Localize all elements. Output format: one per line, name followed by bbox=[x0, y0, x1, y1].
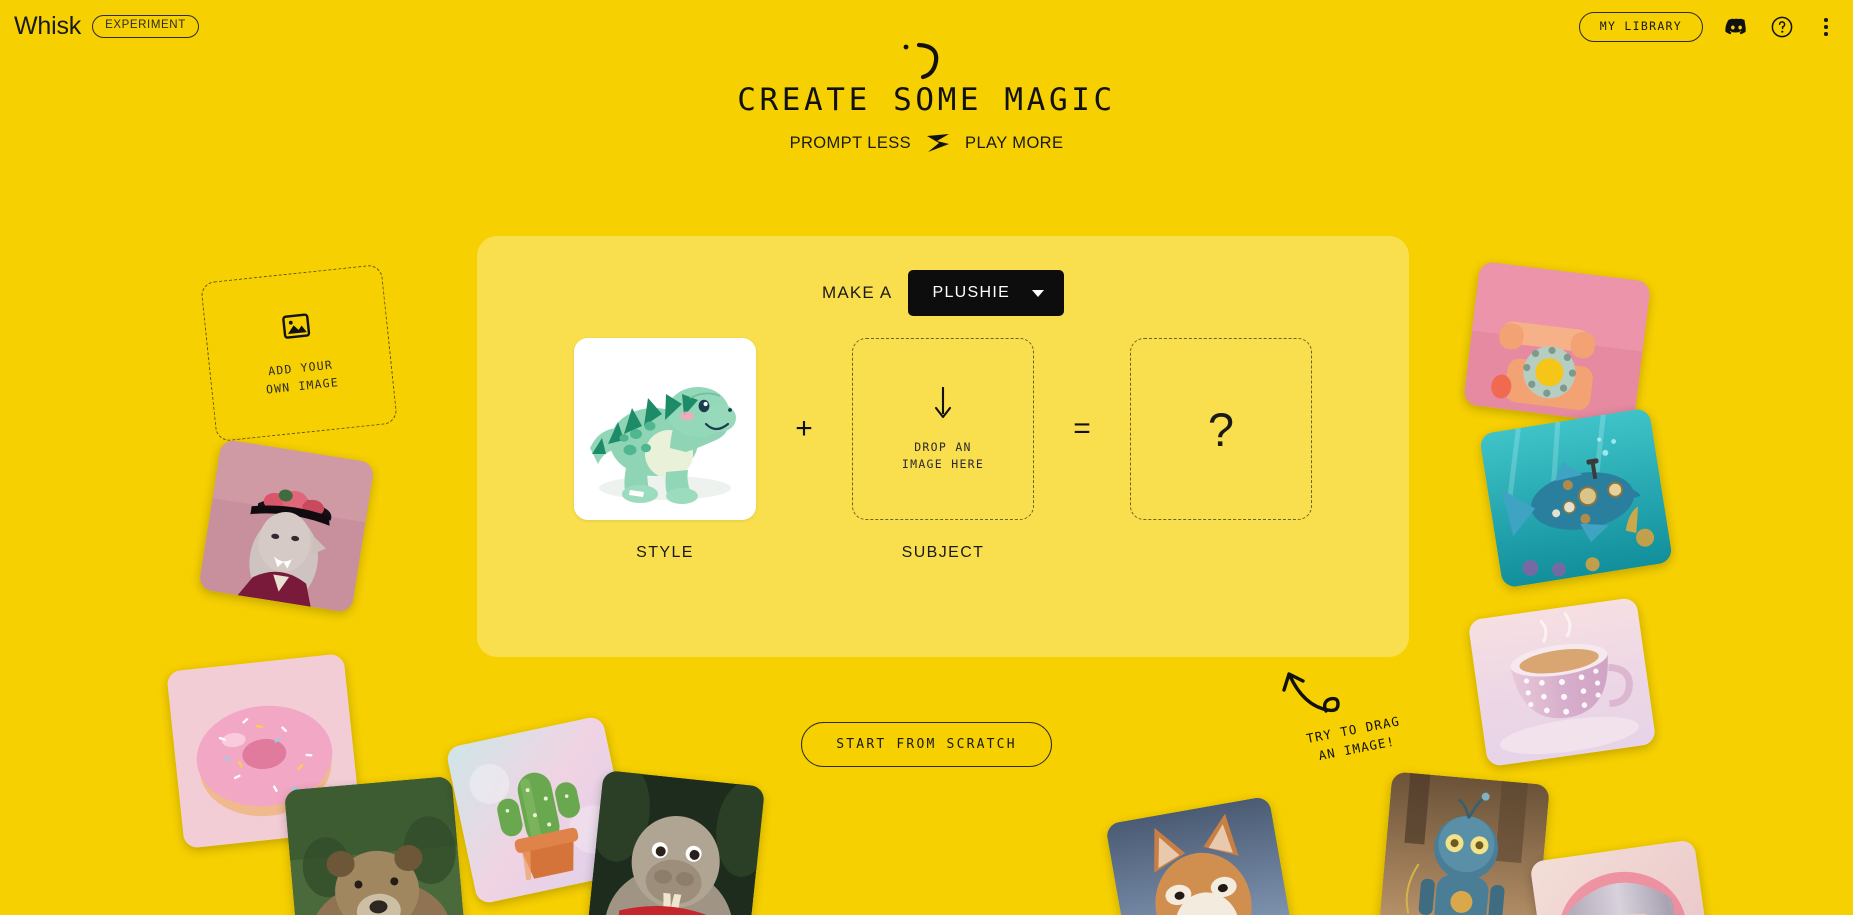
subject-caption: SUBJECT bbox=[901, 544, 985, 561]
brand-name: Whisk bbox=[14, 12, 82, 40]
gallery-thumb-vampire-flower-hat[interactable] bbox=[198, 438, 375, 614]
image-placeholder-icon bbox=[280, 310, 313, 348]
slots-row: STYLE + DROP AN IMAGE HERE SUBJECT = ? bbox=[477, 338, 1409, 562]
slot-style: STYLE bbox=[574, 338, 756, 562]
add-your-own-image-card[interactable]: ADD YOUR OWN IMAGE bbox=[200, 263, 398, 443]
page-title: CREATE SOME MAGIC bbox=[737, 82, 1116, 118]
brand[interactable]: Whisk EXPERIMENT bbox=[14, 14, 199, 39]
app-header: Whisk EXPERIMENT MY LIBRARY bbox=[0, 0, 1853, 62]
style-caption: STYLE bbox=[636, 544, 694, 561]
discord-icon[interactable] bbox=[1723, 14, 1749, 40]
subject-drop-zone[interactable]: DROP AN IMAGE HERE bbox=[852, 338, 1034, 520]
drop-zone-label: DROP AN IMAGE HERE bbox=[902, 439, 984, 472]
hero-subtitle: PROMPT LESS PLAY MORE bbox=[0, 133, 1853, 153]
gallery-thumb-walrus-red-scarf[interactable] bbox=[586, 769, 766, 915]
slot-result: ? bbox=[1130, 338, 1312, 520]
blue-robot-image bbox=[1378, 771, 1550, 915]
brown-bear-image bbox=[283, 775, 467, 915]
whisk-app: Whisk EXPERIMENT MY LIBRARY CREATE SOME … bbox=[0, 0, 1853, 915]
make-a-row: MAKE A PLUSHIE bbox=[477, 236, 1409, 316]
silver-hair-portrait-image bbox=[1529, 839, 1715, 915]
output-type-value: PLUSHIE bbox=[932, 284, 1011, 301]
gallery-thumb-silver-hair-portrait[interactable] bbox=[1529, 839, 1715, 915]
drop-line-2: IMAGE HERE bbox=[901, 456, 985, 471]
help-circle-icon[interactable] bbox=[1769, 14, 1795, 40]
experiment-badge: EXPERIMENT bbox=[92, 15, 199, 38]
gallery-thumb-shiba-inu-dog[interactable] bbox=[1105, 795, 1295, 915]
gallery-thumb-steampunk-fish[interactable] bbox=[1478, 407, 1674, 589]
equals-operator: = bbox=[1073, 412, 1091, 445]
slot-subject: DROP AN IMAGE HERE SUBJECT bbox=[852, 338, 1034, 562]
chevron-down-icon bbox=[1032, 289, 1045, 297]
subtitle-left: PROMPT LESS bbox=[789, 133, 912, 152]
gallery-thumb-retro-telephone[interactable] bbox=[1462, 261, 1652, 425]
drop-zone-inner: DROP AN IMAGE HERE bbox=[902, 386, 984, 472]
shiba-inu-dog-image bbox=[1105, 795, 1295, 915]
question-mark-placeholder: ? bbox=[1207, 402, 1235, 456]
gallery-thumb-brown-bear[interactable] bbox=[283, 775, 467, 915]
header-actions: MY LIBRARY bbox=[1578, 12, 1837, 42]
arrow-down-icon bbox=[933, 386, 953, 425]
retro-telephone-image bbox=[1462, 261, 1652, 425]
my-library-button[interactable]: MY LIBRARY bbox=[1578, 12, 1703, 42]
scratch-wrap: START FROM SCRATCH bbox=[0, 722, 1853, 767]
steampunk-fish-image bbox=[1478, 407, 1674, 589]
green-plush-dinosaur-image bbox=[574, 338, 756, 520]
style-slot-box[interactable] bbox=[574, 338, 756, 520]
whisk-bolt-icon bbox=[925, 133, 951, 153]
drop-line-1: DROP AN bbox=[914, 439, 972, 454]
start-from-scratch-button[interactable]: START FROM SCRATCH bbox=[801, 722, 1052, 767]
walrus-red-scarf-image bbox=[586, 769, 766, 915]
add-own-label: ADD YOUR OWN IMAGE bbox=[263, 356, 339, 398]
make-a-label: MAKE A bbox=[821, 283, 893, 302]
output-type-dropdown[interactable]: PLUSHIE bbox=[908, 270, 1065, 316]
kebab-menu-icon[interactable] bbox=[1815, 14, 1837, 40]
subtitle-right: PLAY MORE bbox=[965, 133, 1064, 152]
plus-operator: + bbox=[795, 412, 813, 445]
create-card: MAKE A PLUSHIE STYLE + DROP AN IMAGE HER… bbox=[477, 236, 1409, 657]
result-slot-box[interactable]: ? bbox=[1130, 338, 1312, 520]
gallery-thumb-blue-robot[interactable] bbox=[1378, 771, 1550, 915]
vampire-flower-hat-image bbox=[198, 438, 375, 614]
